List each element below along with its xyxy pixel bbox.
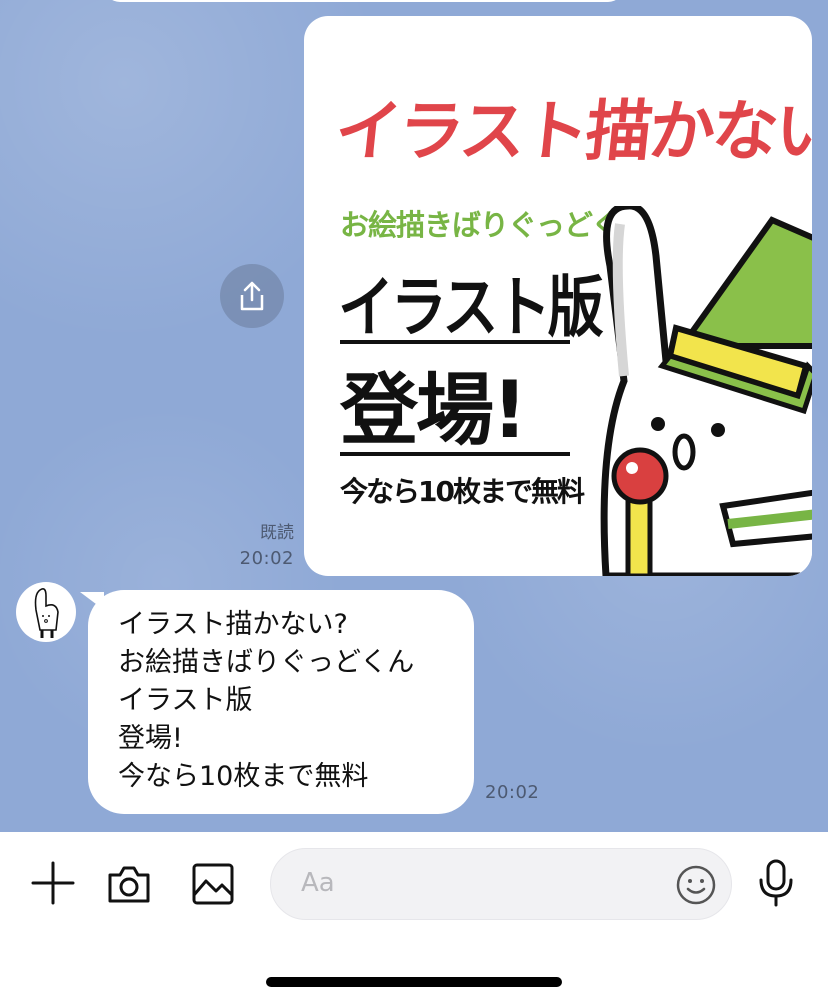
finger-character-icon	[34, 588, 59, 638]
rabbit-wizard-illustration	[600, 206, 812, 576]
message-text: イラスト描かない? お絵描きばりぐっどくん イラスト版 登場! 今なら10枚まで…	[118, 609, 415, 792]
image-debut: 登場!	[340, 366, 528, 456]
home-indicator[interactable]	[266, 977, 562, 987]
input-placeholder: Aa	[301, 868, 335, 898]
emoji-icon[interactable]	[675, 864, 717, 906]
previous-message-bubble[interactable]	[104, 0, 624, 2]
image-timestamp: 20:02	[239, 548, 294, 569]
image-divider	[340, 452, 570, 456]
read-label: 既読	[260, 523, 294, 543]
read-receipt: 既読 20:02	[240, 520, 294, 572]
message-input[interactable]: Aa	[270, 848, 732, 920]
image-message[interactable]: イラスト描かない? お絵描きばりぐっどくん イラスト版 登場! 今なら10枚まで…	[304, 16, 812, 576]
share-icon	[240, 281, 264, 311]
image-divider	[340, 340, 570, 344]
image-icon[interactable]	[190, 861, 236, 907]
share-button[interactable]	[220, 264, 284, 328]
message-timestamp: 20:02	[485, 782, 540, 803]
image-title: イラスト描かない?	[331, 93, 812, 170]
image-offer: 今なら10枚まで無料	[340, 475, 585, 508]
microphone-icon[interactable]	[756, 858, 796, 908]
plus-icon[interactable]	[30, 860, 76, 906]
camera-icon[interactable]	[106, 861, 152, 907]
chat-area[interactable]: 既読 20:02 イラスト描かない? お絵描きばりぐっどくん イラスト版 登場!…	[0, 0, 828, 832]
sender-avatar[interactable]	[16, 582, 76, 642]
